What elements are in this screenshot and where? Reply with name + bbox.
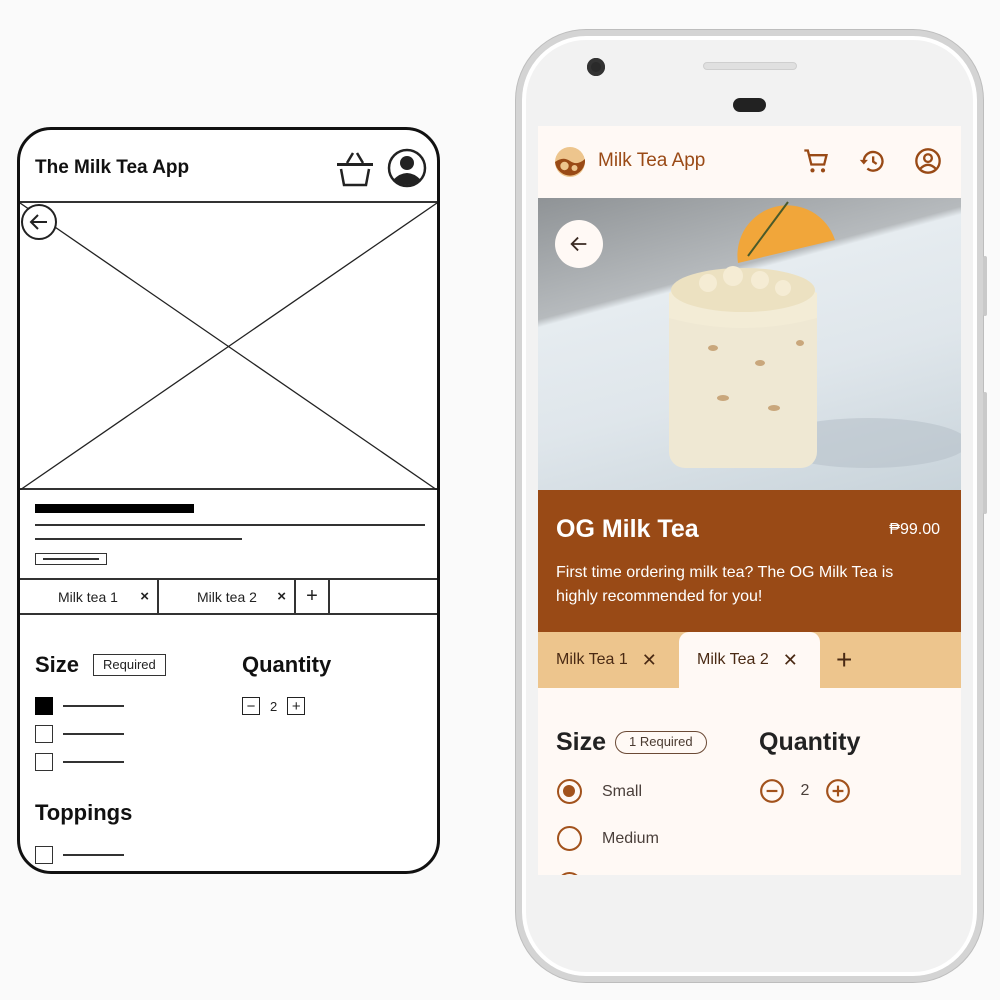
front-camera: [587, 58, 605, 76]
radio[interactable]: [557, 826, 582, 851]
order-tabs: Milk Tea 1 ✕ Milk Tea 2 ✕ +: [538, 632, 961, 688]
wireframe-tab-1[interactable]: Milk tea 1 ×: [20, 580, 159, 613]
volume-button: [983, 256, 987, 316]
product-price: ₱99.00: [889, 521, 940, 538]
size-option[interactable]: [35, 753, 145, 771]
radio-selected[interactable]: [557, 779, 582, 804]
customization-section: Size 1 Required Quantity Small Medium 2: [538, 688, 961, 875]
history-icon[interactable]: [858, 147, 886, 175]
quantity-value: 2: [800, 782, 810, 799]
app-title: Milk Tea App: [598, 150, 706, 171]
checkbox[interactable]: [35, 753, 53, 771]
size-option[interactable]: [35, 725, 145, 743]
price-placeholder: [35, 553, 107, 565]
close-icon[interactable]: ×: [277, 588, 286, 605]
size-option[interactable]: [35, 697, 145, 715]
shopping-cart-icon[interactable]: [802, 147, 830, 175]
quantity-value: 2: [270, 698, 278, 714]
power-button: [983, 392, 987, 514]
product-image: [538, 198, 961, 490]
radio[interactable]: [557, 872, 582, 875]
basket-icon[interactable]: [335, 149, 375, 189]
add-tab-button[interactable]: +: [836, 632, 852, 688]
required-badge: Required: [93, 654, 166, 676]
close-icon[interactable]: ✕: [783, 650, 798, 671]
wireframe-tabs: Milk tea 1 × Milk tea 2 × +: [20, 580, 437, 615]
add-tab-button[interactable]: +: [296, 580, 330, 613]
tab-label: Milk Tea 1: [556, 651, 628, 668]
wireframe-header: The Milk Tea App: [20, 130, 437, 203]
option-label: Medium: [602, 829, 659, 847]
checkbox[interactable]: [35, 846, 53, 864]
remove-circle-icon[interactable]: [759, 778, 785, 804]
quantity-stepper: − 2 +: [242, 697, 306, 715]
product-description: First time ordering milk tea? The OG Mil…: [556, 564, 894, 605]
wireframe-app-title: The Milk Tea App: [35, 157, 190, 178]
topping-option[interactable]: [35, 846, 145, 864]
quantity-stepper: 2: [759, 778, 851, 804]
size-heading: Size: [556, 728, 607, 756]
image-placeholder: [20, 203, 437, 490]
earpiece-speaker: [703, 62, 797, 70]
quantity-heading: Quantity: [759, 728, 861, 756]
wireframe-mockup: The Milk Tea App Milk tea 1 × Milk tea 2…: [17, 127, 440, 874]
wireframe-product-info: [20, 490, 437, 580]
app-screen: Milk Tea App OG Milk Tea ₱99.00 First ti…: [538, 126, 961, 875]
description-line-placeholder: [35, 524, 425, 526]
size-option-medium[interactable]: Medium: [557, 826, 659, 851]
option-label-placeholder: [63, 761, 124, 763]
wireframe-tab-2[interactable]: Milk tea 2 ×: [159, 580, 296, 613]
product-name: OG Milk Tea: [556, 515, 699, 543]
title-placeholder: [35, 504, 194, 513]
tab-label: Milk Tea 2: [697, 651, 769, 668]
account-circle-icon[interactable]: [387, 148, 427, 188]
tab-label: Milk tea 1: [58, 588, 118, 605]
tab-milk-tea-1[interactable]: Milk Tea 1 ✕: [556, 632, 657, 688]
tab-label: Milk tea 2: [197, 588, 257, 605]
back-button[interactable]: [555, 220, 603, 268]
size-option-partial[interactable]: [557, 872, 582, 875]
app-bar: Milk Tea App: [538, 126, 961, 198]
required-badge: 1 Required: [615, 731, 707, 754]
option-label-placeholder: [63, 854, 124, 856]
option-label-placeholder: [63, 733, 124, 735]
option-label-placeholder: [63, 705, 124, 707]
checkbox[interactable]: [35, 725, 53, 743]
quantity-heading: Quantity: [242, 652, 332, 677]
add-circle-icon[interactable]: [825, 778, 851, 804]
size-heading: Size: [35, 652, 80, 677]
increment-button[interactable]: +: [287, 697, 306, 715]
product-info: OG Milk Tea ₱99.00 First time ordering m…: [538, 490, 961, 632]
arrow-back-icon[interactable]: [20, 203, 58, 241]
arrow-back-icon: [570, 236, 587, 252]
milk-tea-logo-icon: [555, 147, 585, 177]
tab-milk-tea-2[interactable]: Milk Tea 2 ✕: [679, 632, 820, 688]
close-icon[interactable]: ×: [140, 588, 149, 605]
checkbox-checked[interactable]: [35, 697, 53, 715]
image-placeholder-cross: [20, 203, 437, 490]
decrement-button[interactable]: −: [242, 697, 260, 715]
option-label: Small: [602, 782, 643, 800]
toppings-heading: Toppings: [35, 800, 133, 825]
description-line-placeholder: [35, 538, 242, 540]
size-option-small[interactable]: Small: [557, 779, 642, 804]
proximity-sensor: [733, 98, 766, 112]
close-icon[interactable]: ✕: [642, 650, 657, 671]
account-circle-icon[interactable]: [914, 147, 942, 175]
